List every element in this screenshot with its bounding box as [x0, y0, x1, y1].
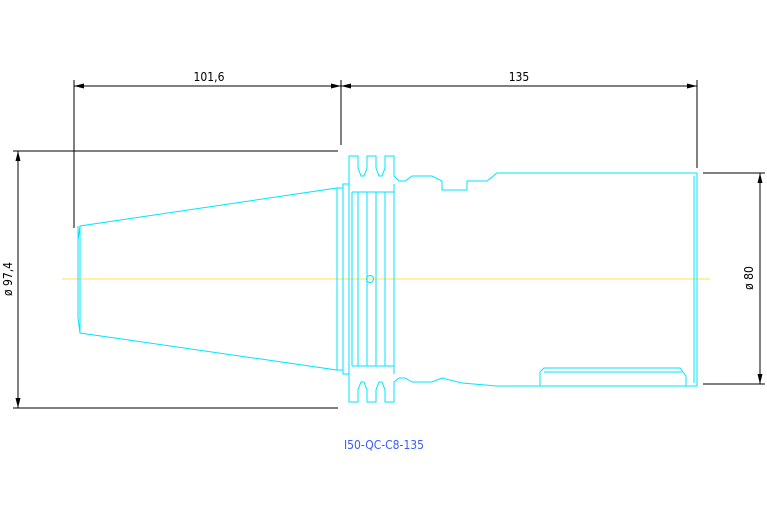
part-number-label: I50-QC-C8-135 [344, 438, 424, 452]
arrowhead-left [74, 83, 84, 89]
arrowhead-flange-bottom [15, 398, 21, 408]
drawing-canvas: 101,6 135 ø 97,4 ø 80 I50-QC-C8-135 [0, 0, 767, 523]
body-length-value: 135 [509, 70, 530, 84]
body-bottom-profile [399, 377, 697, 387]
dimension-body-diameter: ø 80 [703, 172, 765, 385]
flange-bottom-profile [348, 374, 400, 403]
arrowhead-flange-top [15, 151, 21, 161]
dimension-taper-length: 101,6 [73, 70, 342, 228]
technical-drawing: 101,6 135 ø 97,4 ø 80 I50-QC-C8-135 [1, 70, 765, 452]
body-diameter-value: ø 80 [742, 266, 756, 290]
flange-diameter-value: ø 97,4 [1, 262, 15, 296]
arrowhead-body-right [687, 83, 697, 89]
arrowhead-diameter-top [757, 173, 763, 183]
flange-top-profile [348, 155, 400, 184]
arrowhead-body-left [341, 83, 351, 89]
arrowhead-right [331, 83, 341, 89]
clamping-flat [539, 367, 687, 386]
arrowhead-diameter-bottom [757, 374, 763, 384]
taper-length-value: 101,6 [194, 70, 225, 84]
body-top-profile [399, 172, 697, 191]
dimension-body-length: 135 [341, 70, 698, 168]
